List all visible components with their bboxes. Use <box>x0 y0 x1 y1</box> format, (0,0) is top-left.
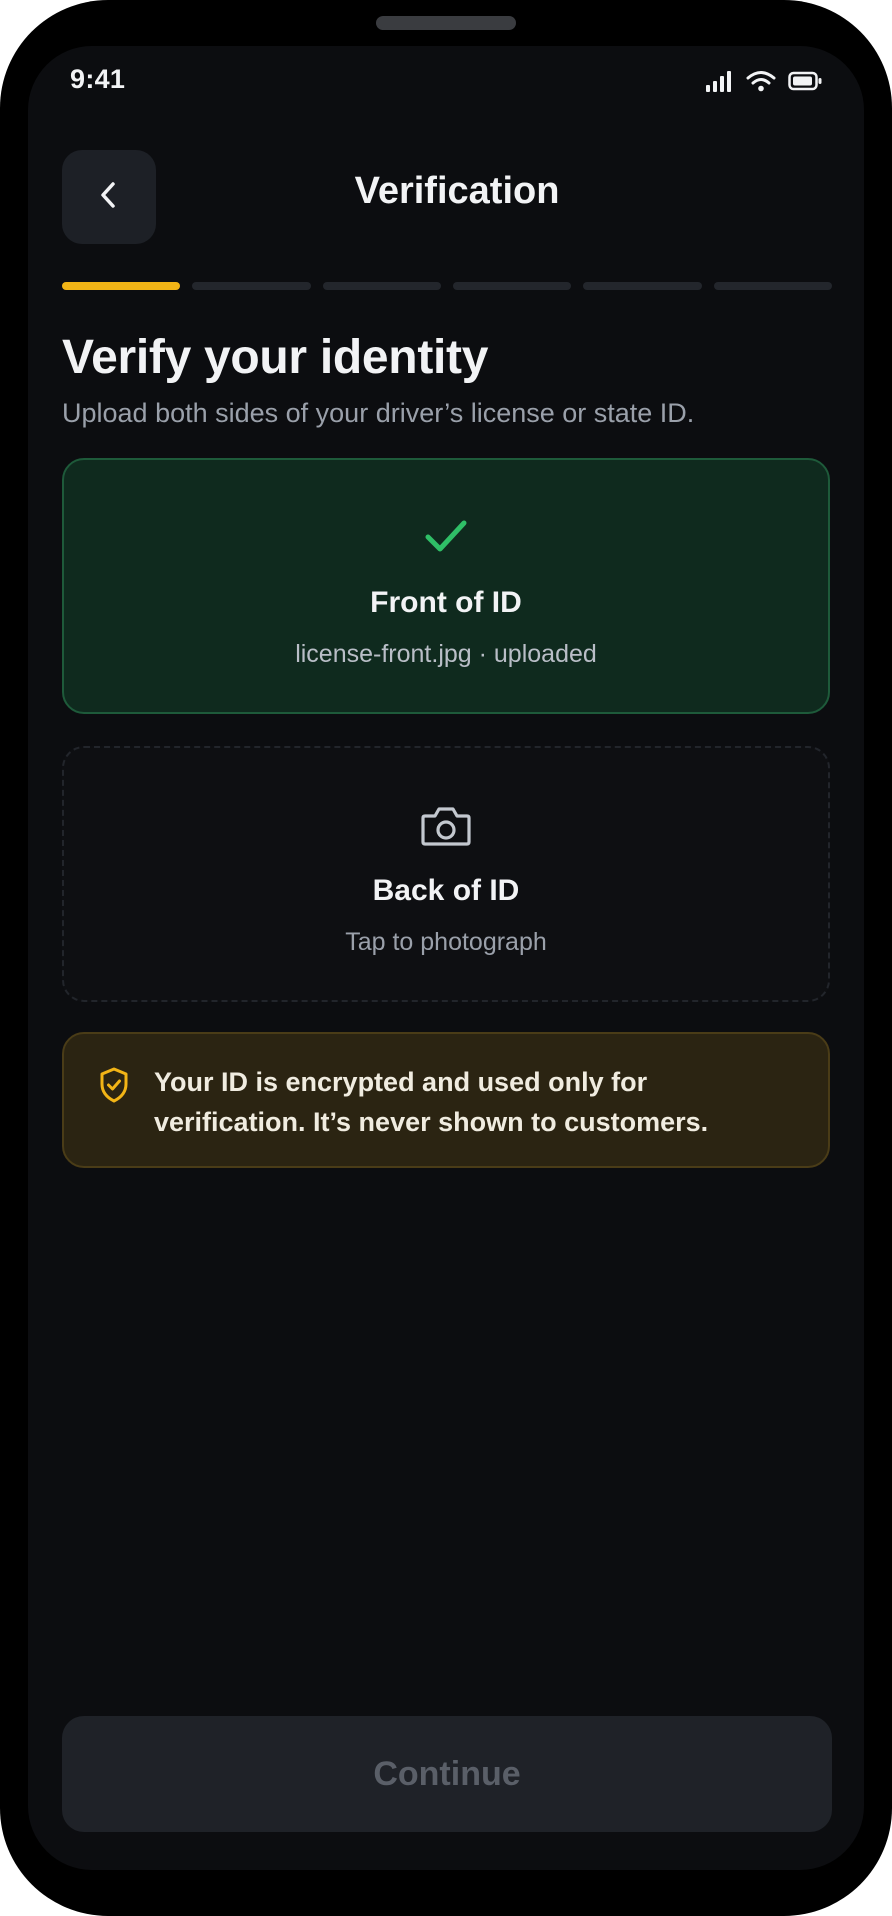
progress-step-4 <box>452 282 572 290</box>
continue-button[interactable]: Continue <box>62 1716 832 1832</box>
wifi-icon <box>746 70 776 92</box>
app-screen: 9:41 Verification Verify your identity U… <box>28 46 864 1870</box>
camera-icon <box>64 804 828 848</box>
battery-icon <box>788 71 822 91</box>
step-progress <box>62 282 832 290</box>
front-id-title: Front of ID <box>370 586 522 619</box>
status-time: 9:41 <box>70 64 126 94</box>
status-icons <box>706 68 822 94</box>
progress-step-6 <box>713 282 832 290</box>
shield-check-icon <box>98 1066 130 1109</box>
front-id-card[interactable]: Front of ID license-front.jpg · uploaded <box>62 458 830 714</box>
device-frame: 9:41 Verification Verify your identity U… <box>0 0 892 1916</box>
signal-icon <box>706 70 734 92</box>
privacy-notice: Your ID is encrypted and used only for v… <box>62 1032 830 1168</box>
privacy-notice-text: Your ID is encrypted and used only for v… <box>154 1067 709 1137</box>
checkmark-icon <box>64 516 828 556</box>
progress-step-1 <box>62 282 181 290</box>
section-heading: Verify your identity <box>62 331 489 384</box>
front-id-status: license-front.jpg · uploaded <box>295 640 597 668</box>
progress-step-5 <box>583 282 702 290</box>
speaker-notch <box>376 16 516 30</box>
page-title: Verification <box>354 170 560 212</box>
back-id-status: Tap to photograph <box>345 928 547 956</box>
section-subheading: Upload both sides of your driver’s licen… <box>62 398 695 428</box>
progress-step-2 <box>192 282 311 290</box>
progress-step-3 <box>322 282 441 290</box>
back-id-card[interactable]: Back of ID Tap to photograph <box>62 746 830 1002</box>
back-id-title: Back of ID <box>372 874 520 907</box>
